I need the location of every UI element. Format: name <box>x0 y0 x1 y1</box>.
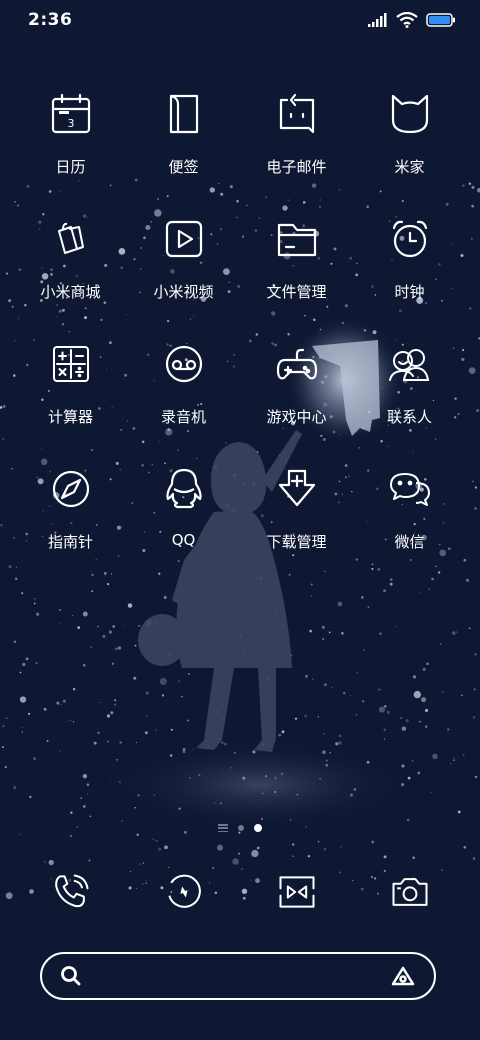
battery-icon <box>426 13 455 27</box>
calculator-icon <box>52 346 89 382</box>
app-label: 日历 <box>55 158 86 176</box>
status-bar: 2:36 <box>0 0 480 42</box>
search-icon <box>61 966 81 986</box>
calendar-day: 3 <box>67 117 74 130</box>
phone-icon <box>54 874 89 908</box>
app-mi-store[interactable]: 小米商城 <box>14 215 127 325</box>
app-download[interactable]: 下载管理 <box>240 465 353 575</box>
download-icon <box>278 469 315 507</box>
search-bar[interactable] <box>40 952 436 1000</box>
file-manager-icon <box>277 223 316 257</box>
compass-icon <box>52 470 89 508</box>
app-label: 便签 <box>168 158 199 176</box>
dock <box>14 862 466 922</box>
video-icon <box>165 220 202 258</box>
page-dot <box>238 825 244 831</box>
assistant-icon[interactable] <box>390 965 416 987</box>
mijia-icon <box>391 94 428 134</box>
page-dot-active <box>254 824 262 832</box>
app-game-center[interactable]: 游戏中心 <box>240 340 353 450</box>
app-label: 文件管理 <box>266 283 327 301</box>
dock-camera[interactable] <box>353 862 466 922</box>
themes-icon <box>278 876 315 908</box>
app-contacts[interactable]: 联系人 <box>353 340 466 450</box>
app-notes[interactable]: 便签 <box>127 90 240 200</box>
calendar-icon: 3 <box>51 93 90 134</box>
notes-icon <box>169 94 198 134</box>
wechat-icon <box>389 473 430 506</box>
app-video[interactable]: 小米视频 <box>127 215 240 325</box>
app-clock[interactable]: 时钟 <box>353 215 466 325</box>
app-label: 电子邮件 <box>266 158 327 176</box>
app-file-manager[interactable]: 文件管理 <box>240 215 353 325</box>
camera-icon <box>391 878 428 906</box>
app-wechat[interactable]: 微信 <box>353 465 466 575</box>
app-label: QQ <box>171 531 196 549</box>
signal-icon <box>368 13 387 27</box>
contacts-icon <box>388 349 429 381</box>
browser-icon <box>167 874 201 908</box>
app-label: 时钟 <box>394 283 425 301</box>
wifi-icon <box>396 12 418 28</box>
app-label: 小米商城 <box>40 283 101 301</box>
search-input[interactable] <box>92 966 380 986</box>
app-qq[interactable]: QQ <box>127 465 240 575</box>
dock-phone[interactable] <box>14 862 127 922</box>
home-list-icon <box>218 824 228 832</box>
page-indicator[interactable] <box>0 824 480 832</box>
app-compass[interactable]: 指南针 <box>14 465 127 575</box>
app-label: 小米视频 <box>153 283 214 301</box>
qq-icon <box>165 468 202 509</box>
app-label: 录音机 <box>160 408 206 426</box>
app-label: 米家 <box>394 158 425 176</box>
app-calculator[interactable]: 计算器 <box>14 340 127 450</box>
clock-icon <box>392 220 427 258</box>
status-icons <box>368 12 456 28</box>
app-calendar[interactable]: 3 日历 <box>14 90 127 200</box>
app-label: 微信 <box>394 533 425 551</box>
recorder-icon <box>165 345 202 383</box>
app-label: 游戏中心 <box>266 408 327 426</box>
status-time: 2:36 <box>28 10 73 30</box>
dock-themes[interactable] <box>240 862 353 922</box>
app-label: 联系人 <box>386 408 432 426</box>
app-email[interactable]: 电子邮件 <box>240 90 353 200</box>
mi-store-icon <box>57 222 84 254</box>
app-recorder[interactable]: 录音机 <box>127 340 240 450</box>
dock-browser[interactable] <box>127 862 240 922</box>
game-center-icon <box>276 348 317 380</box>
app-mijia[interactable]: 米家 <box>353 90 466 200</box>
app-label: 计算器 <box>47 408 93 426</box>
email-icon <box>279 93 314 134</box>
app-label: 指南针 <box>47 533 93 551</box>
app-label: 下载管理 <box>266 533 327 551</box>
